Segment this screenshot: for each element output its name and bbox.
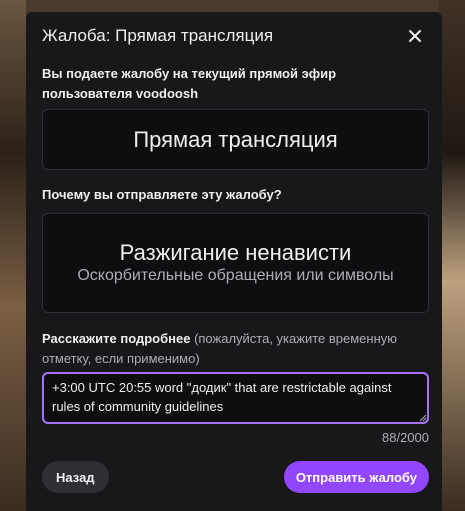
character-counter: 88/2000	[382, 430, 429, 445]
dialog-title: Жалоба: Прямая трансляция	[42, 26, 274, 45]
backdrop-left-strip	[0, 0, 26, 511]
report-target-label: Прямая трансляция	[133, 126, 338, 152]
back-button[interactable]: Назад	[42, 461, 109, 493]
close-icon	[409, 30, 421, 42]
reason-description: Оскорбительные обращения или символы	[77, 267, 394, 284]
reason-title: Разжигание ненависти	[119, 240, 352, 265]
dialog-header: Жалоба: Прямая трансляция	[42, 24, 426, 48]
resize-grip-icon[interactable]	[419, 414, 427, 422]
submit-report-button[interactable]: Отправить жалобу	[283, 461, 429, 493]
backdrop-right-strip	[439, 0, 465, 511]
details-textarea[interactable]: +3:00 UTC 20:55 word "додик" that are re…	[42, 372, 429, 424]
details-label: Расскажите подробнее (пожалуйста, укажит…	[42, 329, 422, 369]
close-button[interactable]	[404, 25, 426, 47]
report-target-card[interactable]: Прямая трансляция	[42, 109, 429, 170]
details-label-strong: Расскажите подробнее	[42, 331, 191, 346]
report-reason-card[interactable]: Разжигание ненависти Оскорбительные обра…	[42, 213, 429, 313]
report-intro: Вы подаете жалобу на текущий прямой эфир…	[42, 66, 337, 101]
reason-question: Почему вы отправляете эту жалобу?	[42, 187, 282, 202]
report-dialog: Жалоба: Прямая трансляция Вы подаете жал…	[26, 12, 442, 511]
